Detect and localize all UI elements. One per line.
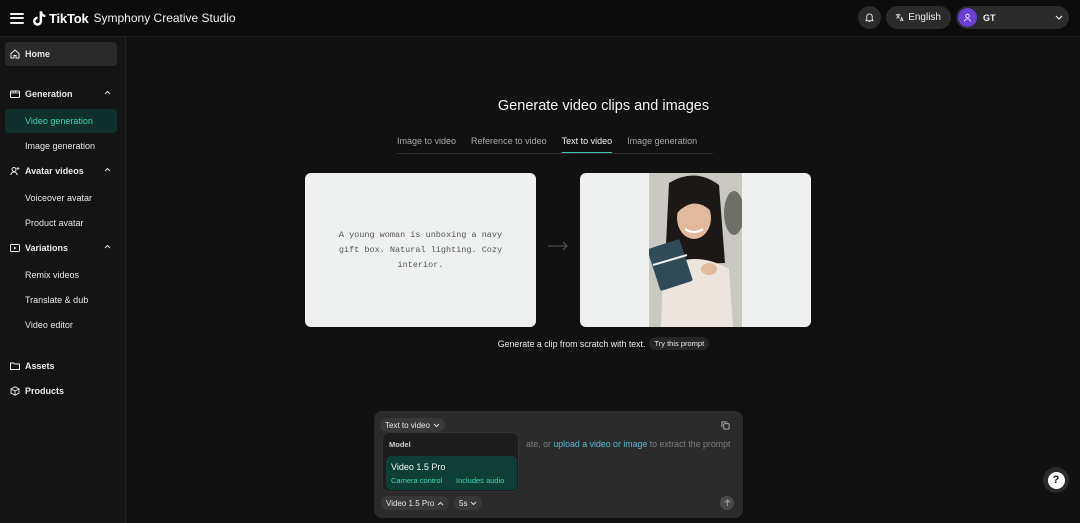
chevron-down-icon bbox=[433, 423, 440, 427]
user-icon bbox=[963, 13, 972, 22]
tab-text-to-video[interactable]: Text to video bbox=[561, 136, 613, 153]
example-caption: Generate a clip from scratch with text. … bbox=[127, 337, 1080, 350]
sidebar-item-home[interactable]: Home bbox=[5, 42, 117, 66]
chevron-down-icon bbox=[471, 501, 477, 505]
top-bar: TikTok Symphony Creative Studio English bbox=[0, 0, 1080, 37]
help-button[interactable]: ? bbox=[1043, 467, 1069, 493]
sidebar-item-label: Product avatar bbox=[25, 218, 84, 228]
model-option-video-1-5-pro[interactable]: Video 1.5 Pro Camera control Includes au… bbox=[386, 456, 517, 490]
duration-label: 5s bbox=[459, 498, 468, 508]
sidebar-item-translate-dub[interactable]: Translate & dub bbox=[5, 288, 117, 312]
prompt-input[interactable]: ate, or upload a video or image to extra… bbox=[526, 439, 730, 449]
sidebar-section-generation[interactable]: Generation bbox=[5, 82, 117, 106]
example-prompt-card: A young woman is unboxing a navy gift bo… bbox=[305, 173, 536, 327]
generation-tabs: Image to video Reference to video Text t… bbox=[397, 136, 712, 153]
model-option-title: Video 1.5 Pro bbox=[391, 462, 446, 472]
brand[interactable]: TikTok Symphony Creative Studio bbox=[33, 11, 236, 26]
prompt-composer: Text to video ate, or upload a video or … bbox=[374, 411, 743, 518]
sidebar-item-label: Image generation bbox=[25, 141, 96, 151]
try-this-prompt-button[interactable]: Try this prompt bbox=[649, 337, 710, 350]
question-icon: ? bbox=[1047, 471, 1065, 489]
notifications-button[interactable] bbox=[858, 6, 882, 29]
tiktok-logo-icon bbox=[33, 10, 46, 26]
caption-text: Generate a clip from scratch with text. bbox=[497, 338, 646, 349]
upload-link[interactable]: upload a video or image bbox=[553, 439, 647, 449]
sidebar-item-products[interactable]: Products bbox=[5, 379, 117, 403]
placeholder-text: ate, or bbox=[526, 439, 554, 449]
model-selector-label: Video 1.5 Pro bbox=[386, 498, 435, 508]
model-dropdown-header: Model bbox=[389, 440, 411, 449]
arrow-right-icon bbox=[548, 241, 568, 251]
example-output-image bbox=[647, 173, 744, 327]
sidebar-item-assets[interactable]: Assets bbox=[5, 354, 117, 378]
arrow-up-icon bbox=[724, 499, 730, 506]
sidebar: Home Generation Video generation Image g… bbox=[0, 37, 126, 523]
account-menu[interactable]: GT bbox=[956, 6, 1069, 29]
tabs-divider bbox=[397, 153, 713, 154]
sidebar-item-image-generation[interactable]: Image generation bbox=[5, 134, 117, 158]
language-label: English bbox=[908, 12, 941, 23]
folder-icon bbox=[10, 361, 20, 371]
chevron-up-icon bbox=[104, 244, 111, 249]
placeholder-text: to extract the prompt bbox=[647, 439, 731, 449]
sidebar-item-label: Home bbox=[25, 49, 51, 59]
video-icon bbox=[10, 89, 20, 99]
tab-image-to-video[interactable]: Image to video bbox=[397, 136, 456, 153]
account-initials: GT bbox=[983, 12, 996, 23]
product-name: Symphony Creative Studio bbox=[93, 11, 236, 25]
sidebar-item-label: Avatar videos bbox=[25, 166, 84, 176]
sidebar-section-variations[interactable]: Variations bbox=[5, 236, 117, 260]
tab-image-generation[interactable]: Image generation bbox=[627, 136, 697, 153]
sidebar-item-voiceover-avatar[interactable]: Voiceover avatar bbox=[5, 186, 117, 210]
avatar bbox=[958, 8, 977, 27]
model-dropdown: Model Video 1.5 Pro Camera control Inclu… bbox=[382, 432, 519, 492]
sidebar-item-label: Variations bbox=[25, 243, 69, 253]
box-icon bbox=[10, 386, 20, 396]
sidebar-item-label: Assets bbox=[25, 361, 55, 371]
camera-control-tag: Camera control bbox=[391, 476, 443, 485]
sidebar-item-label: Video generation bbox=[25, 116, 93, 126]
chevron-up-icon bbox=[104, 90, 111, 95]
chevron-up-icon bbox=[104, 167, 111, 172]
copy-icon[interactable] bbox=[721, 421, 730, 430]
mode-selector[interactable]: Text to video bbox=[380, 418, 445, 432]
chevron-down-icon bbox=[1055, 15, 1063, 20]
sidebar-item-remix-videos[interactable]: Remix videos bbox=[5, 263, 117, 287]
example-output-card bbox=[580, 173, 811, 327]
sidebar-section-avatar-videos[interactable]: Avatar videos bbox=[5, 159, 117, 183]
mode-label: Text to video bbox=[385, 420, 430, 430]
sidebar-item-label: Video editor bbox=[25, 320, 73, 330]
translate-icon bbox=[896, 13, 904, 22]
woman-unboxing-image bbox=[647, 173, 744, 327]
language-button[interactable]: English bbox=[886, 6, 951, 29]
main-content: Generate video clips and images Image to… bbox=[127, 37, 1080, 523]
home-icon bbox=[10, 49, 20, 59]
includes-audio-tag: Includes audio bbox=[456, 476, 505, 485]
tab-reference-to-video[interactable]: Reference to video bbox=[471, 136, 547, 153]
example-prompt-text: A young woman is unboxing a navy gift bo… bbox=[338, 229, 503, 270]
model-selector[interactable]: Video 1.5 Pro bbox=[381, 496, 450, 510]
duration-selector[interactable]: 5s bbox=[454, 496, 483, 510]
brand-name: TikTok bbox=[49, 10, 89, 26]
send-button[interactable] bbox=[720, 496, 734, 510]
page-title: Generate video clips and images bbox=[497, 98, 710, 114]
chevron-up-icon bbox=[437, 501, 444, 505]
sidebar-item-label: Generation bbox=[25, 89, 73, 99]
sidebar-item-label: Remix videos bbox=[25, 270, 80, 280]
sidebar-item-label: Products bbox=[25, 386, 65, 396]
avatar-icon bbox=[10, 166, 20, 176]
sidebar-item-label: Voiceover avatar bbox=[25, 193, 93, 203]
sidebar-item-video-generation[interactable]: Video generation bbox=[5, 109, 117, 133]
variations-icon bbox=[10, 243, 20, 253]
sidebar-item-label: Translate & dub bbox=[25, 295, 89, 305]
bell-icon bbox=[865, 12, 875, 22]
menu-icon[interactable] bbox=[10, 12, 24, 24]
sidebar-item-product-avatar[interactable]: Product avatar bbox=[5, 211, 117, 235]
sidebar-item-video-editor[interactable]: Video editor bbox=[5, 313, 117, 337]
